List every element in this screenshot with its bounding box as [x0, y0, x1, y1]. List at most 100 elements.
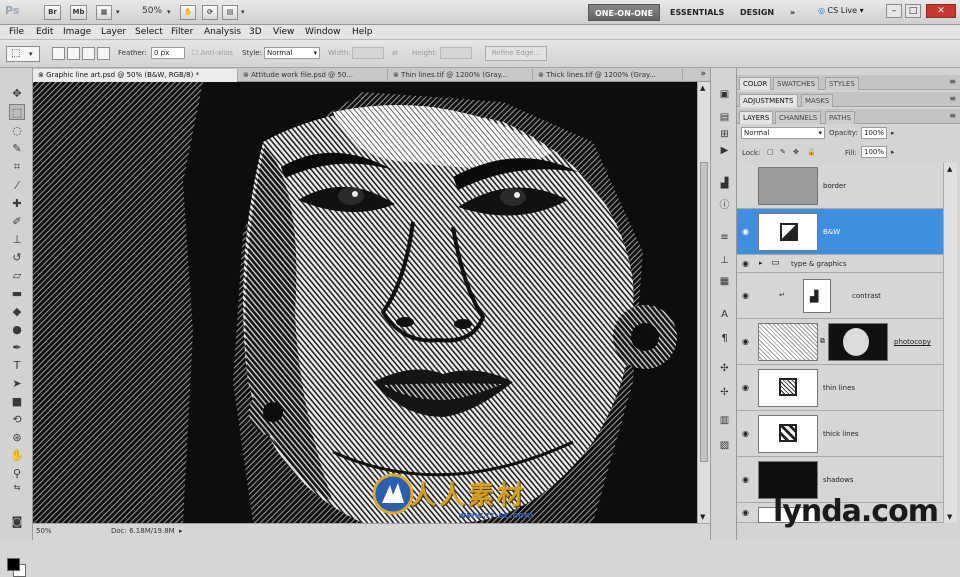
tab-channels[interactable]: CHANNELS: [775, 111, 822, 124]
brush-tool-icon[interactable]: ✐: [9, 214, 25, 230]
layer-row-thick-lines[interactable]: ◉ thick lines: [737, 411, 943, 457]
intersect-selection-button[interactable]: [97, 47, 110, 60]
path-selection-tool-icon[interactable]: ➤: [9, 376, 25, 392]
feather-input[interactable]: 0 px: [151, 47, 185, 59]
chevron-down-icon[interactable]: ▾: [116, 8, 120, 16]
add-selection-button[interactable]: [67, 47, 80, 60]
zoom-level[interactable]: 50%: [142, 6, 162, 16]
menu-edit[interactable]: Edit: [36, 27, 53, 37]
eye-icon[interactable]: ◉: [742, 337, 749, 346]
chevron-down-icon[interactable]: ▾: [167, 8, 171, 16]
quick-selection-tool-icon[interactable]: ✎: [9, 141, 25, 157]
eye-icon[interactable]: ◉: [742, 383, 749, 392]
maximize-button[interactable]: □: [905, 4, 921, 18]
blur-tool-icon[interactable]: ◆: [9, 304, 25, 320]
eye-icon[interactable]: ◉: [742, 508, 749, 517]
measurement-panel-icon[interactable]: ▥: [717, 414, 732, 428]
tab-close-icon[interactable]: ⊗: [38, 71, 46, 79]
bridge-button[interactable]: Br: [44, 5, 61, 20]
tab-styles[interactable]: STYLES: [825, 77, 859, 90]
status-zoom[interactable]: 50%: [36, 527, 52, 535]
dodge-tool-icon[interactable]: ●: [9, 322, 25, 338]
layer-group-type-graphics[interactable]: ◉ ▸ ▭ type & graphics: [737, 255, 943, 273]
foreground-color-swatch[interactable]: [7, 558, 20, 571]
subtract-selection-button[interactable]: [82, 47, 95, 60]
menu-filter[interactable]: Filter: [171, 27, 193, 37]
layer-name[interactable]: contrast: [852, 292, 881, 300]
workspace-one-on-one[interactable]: ONE-ON-ONE: [588, 4, 661, 21]
move-tool-icon[interactable]: ✥: [9, 86, 25, 102]
tab-thick-lines[interactable]: ⊗ Thick lines.tif @ 1200% (Gray...: [533, 69, 683, 82]
clone-source-panel-icon[interactable]: ⊥: [717, 254, 732, 268]
lasso-tool-icon[interactable]: ◌: [9, 123, 25, 139]
tab-attitude-work-file[interactable]: ⊗ Attitude work file.psd @ 50...: [238, 69, 388, 82]
layer-name[interactable]: border: [823, 182, 846, 190]
character-panel-icon[interactable]: A: [717, 308, 732, 322]
refine-edge-button[interactable]: Refine Edge...: [485, 46, 547, 61]
panel-menu-icon[interactable]: ≡: [949, 94, 956, 103]
quick-mask-icon[interactable]: ◙: [9, 514, 25, 530]
menu-analysis[interactable]: Analysis: [204, 27, 241, 37]
info-panel-icon[interactable]: ⓘ: [717, 199, 732, 213]
close-button[interactable]: ✕: [926, 4, 956, 18]
anti-alias-checkbox[interactable]: ☐ Anti-alias: [192, 49, 233, 57]
tab-close-icon[interactable]: ⊗: [243, 71, 251, 79]
history-panel-icon[interactable]: ▤: [717, 111, 732, 125]
workspace-essentials[interactable]: ESSENTIALS: [664, 4, 730, 21]
opacity-input[interactable]: 100%: [861, 127, 887, 139]
paragraph-panel-icon[interactable]: ¶: [717, 332, 732, 346]
eyedropper-tool-icon[interactable]: ⁄: [9, 178, 25, 194]
swap-icon[interactable]: ⇄: [392, 49, 398, 57]
menu-3d[interactable]: 3D: [249, 27, 262, 37]
cs-live-menu[interactable]: ◎ CS Live ▾: [818, 6, 864, 15]
menu-select[interactable]: Select: [135, 27, 163, 37]
lock-position-icon[interactable]: ✥: [793, 148, 799, 156]
layer-name[interactable]: thick lines: [823, 430, 859, 438]
tab-overflow-icon[interactable]: »: [700, 69, 706, 79]
3d-rotate-tool-icon[interactable]: ⟲: [9, 412, 25, 428]
eraser-tool-icon[interactable]: ▱: [9, 268, 25, 284]
eye-icon[interactable]: ◉: [742, 429, 749, 438]
status-menu-arrow-icon[interactable]: ▸: [179, 527, 183, 535]
swap-colors-icon[interactable]: ⇆: [9, 480, 25, 496]
tab-close-icon[interactable]: ⊗: [393, 71, 401, 79]
eye-icon[interactable]: ◉: [742, 227, 749, 236]
tab-layers[interactable]: LAYERS: [739, 111, 774, 124]
3d-panel-icon[interactable]: ✣: [717, 362, 732, 376]
histogram-panel-icon[interactable]: ▟: [717, 177, 732, 191]
eye-icon[interactable]: ◉: [742, 259, 749, 268]
tab-color[interactable]: COLOR: [739, 77, 772, 90]
shape-tool-icon[interactable]: ■: [9, 394, 25, 410]
crop-tool-icon[interactable]: ⌗: [9, 159, 25, 175]
lock-all-icon[interactable]: 🔒: [807, 148, 816, 156]
clone-stamp-tool-icon[interactable]: ⊥: [9, 232, 25, 248]
3d-orbit-tool-icon[interactable]: ⊛: [9, 430, 25, 446]
panel-menu-icon[interactable]: ≡: [949, 111, 956, 120]
layer-name[interactable]: photocopy: [894, 338, 931, 346]
rotate-view-button[interactable]: ⟳: [202, 5, 218, 20]
fill-slider-arrow-icon[interactable]: ▸: [891, 148, 895, 156]
tab-paths[interactable]: PATHS: [825, 111, 856, 124]
scroll-down-icon[interactable]: ▼: [947, 513, 952, 521]
document-canvas[interactable]: [33, 82, 697, 523]
scroll-down-icon[interactable]: ▼: [700, 513, 705, 521]
tab-thin-lines[interactable]: ⊗ Thin lines.tif @ 1200% (Gray...: [388, 69, 533, 82]
mini-bridge-panel-icon[interactable]: ▣: [717, 88, 732, 102]
width-input[interactable]: [352, 47, 384, 59]
brush-panel-icon[interactable]: ≡: [717, 231, 732, 245]
extras-button[interactable]: ▦: [96, 5, 112, 20]
actions-panel-icon[interactable]: ▶: [717, 144, 732, 158]
history-brush-tool-icon[interactable]: ↺: [9, 250, 25, 266]
layer-row-bw[interactable]: ◉ B&W: [737, 209, 943, 255]
group-expand-arrow-icon[interactable]: ▸: [759, 259, 763, 267]
layer-name[interactable]: shadows: [823, 476, 853, 484]
layer-row-border[interactable]: border: [737, 163, 943, 209]
scroll-up-icon[interactable]: ▲: [700, 84, 705, 92]
lock-image-icon[interactable]: ✎: [780, 148, 786, 156]
tab-adjustments[interactable]: ADJUSTMENTS: [739, 94, 798, 107]
menu-view[interactable]: View: [273, 27, 294, 37]
workspace-design[interactable]: DESIGN: [734, 4, 780, 21]
rectangular-marquee-tool-icon[interactable]: ⬚: [9, 104, 25, 120]
type-tool-icon[interactable]: T: [9, 358, 25, 374]
height-input[interactable]: [440, 47, 472, 59]
